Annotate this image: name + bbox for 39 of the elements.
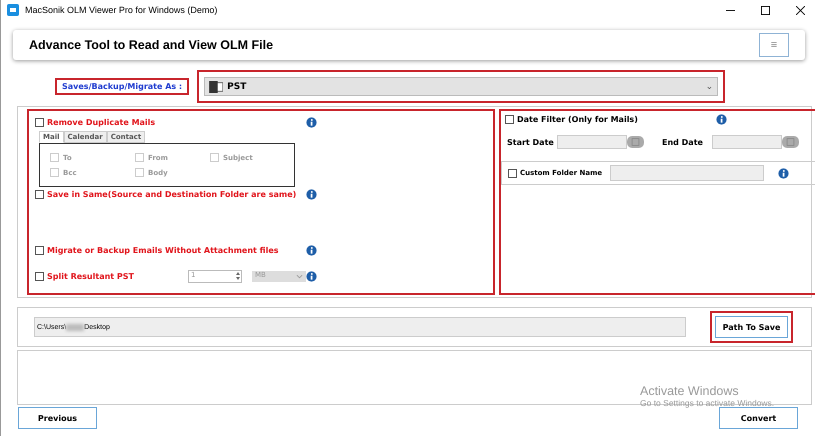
option-label: Split Resultant PST xyxy=(47,272,134,280)
option-label: Remove Duplicate Mails xyxy=(47,118,156,126)
checkbox[interactable] xyxy=(508,168,517,178)
save-as-label: Saves/Backup/Migrate As : xyxy=(55,78,190,95)
info-icon[interactable] xyxy=(306,188,317,200)
end-date-label: End Date xyxy=(662,138,704,146)
start-date-field[interactable] xyxy=(556,135,627,149)
end-date-field[interactable] xyxy=(712,135,782,149)
chevron-down-icon xyxy=(296,274,303,278)
app-heading: Advance Tool to Read and View OLM File xyxy=(29,38,274,52)
date-filter-label: Date Filter (Only for Mails) xyxy=(516,115,638,124)
convert-button[interactable]: Convert xyxy=(719,407,798,429)
activation-watermark-text: Go to Settings to activate Windows. xyxy=(640,398,774,408)
info-icon[interactable] xyxy=(716,114,727,125)
info-icon[interactable] xyxy=(306,270,317,282)
checkbox[interactable] xyxy=(35,190,44,198)
spinner-arrows-icon[interactable] xyxy=(234,270,241,280)
checkbox[interactable] xyxy=(35,246,44,254)
checkbox[interactable] xyxy=(35,118,44,126)
window-title: MacSonik OLM Viewer Pro for Windows (Demo) xyxy=(25,5,218,15)
calendar-icon[interactable] xyxy=(626,136,644,148)
checkbox[interactable] xyxy=(35,272,44,280)
calendar-icon[interactable] xyxy=(782,136,799,148)
app-icon xyxy=(7,4,19,16)
option-label: Save in Same(Source and Destination Folder are same) xyxy=(47,190,296,198)
option-label: Migrate or Backup Emails Without Attachment files xyxy=(47,246,279,254)
previous-button[interactable]: Previous xyxy=(18,407,97,429)
start-date-label: Start Date xyxy=(506,138,555,146)
info-icon[interactable] xyxy=(778,168,789,178)
maximize-icon[interactable] xyxy=(761,6,770,14)
info-icon[interactable] xyxy=(306,244,317,256)
activation-watermark-title: Activate Windows xyxy=(640,384,740,398)
info-icon[interactable] xyxy=(306,116,317,128)
format-dropdown[interactable]: PST ⌄ xyxy=(204,77,718,96)
checkbox[interactable] xyxy=(504,115,514,124)
menu-button[interactable]: ≡ xyxy=(759,33,789,57)
path-to-save-button[interactable]: Path To Save xyxy=(715,316,788,338)
close-icon[interactable] xyxy=(796,6,805,14)
folder-name-field[interactable] xyxy=(610,165,764,181)
